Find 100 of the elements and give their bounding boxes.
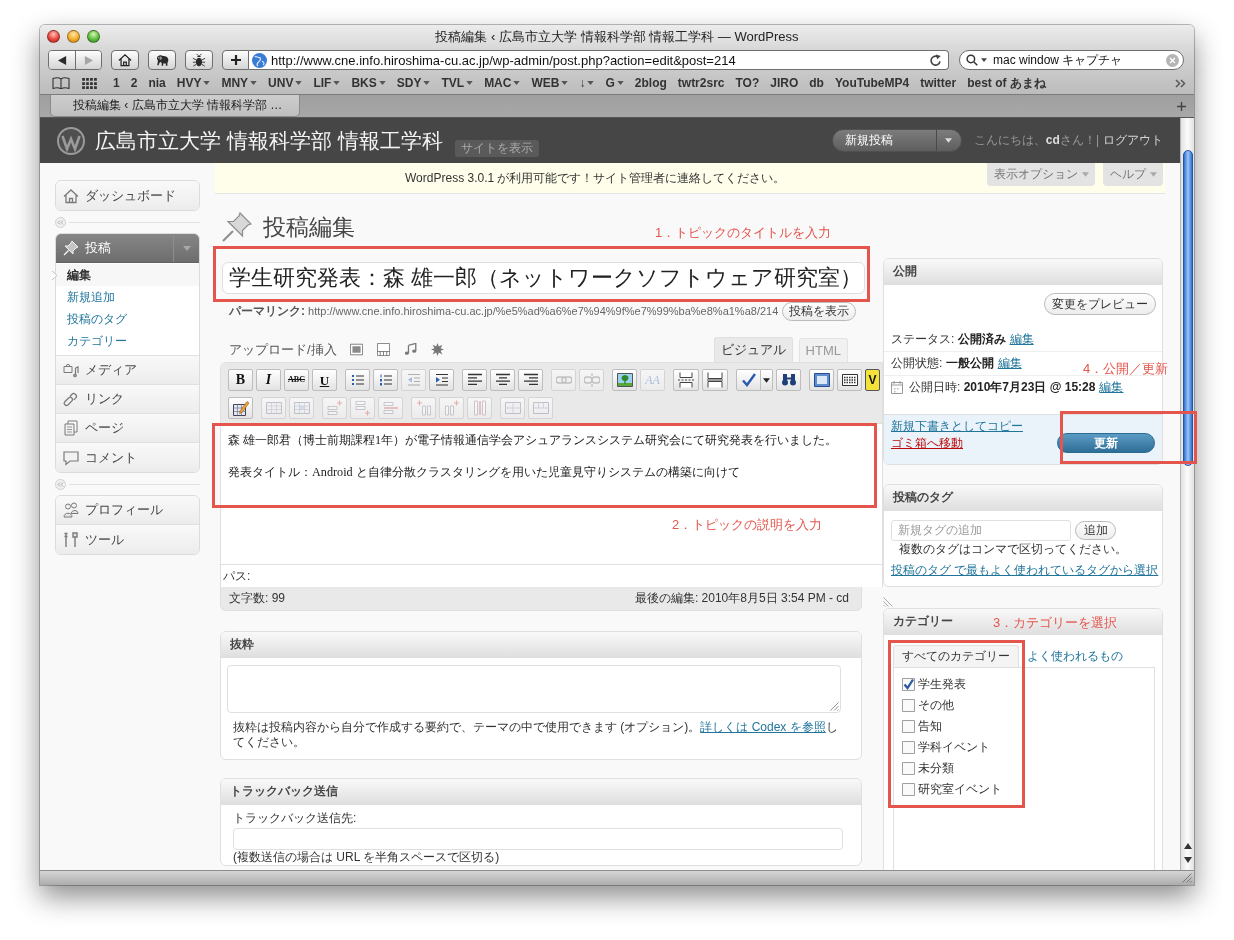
bookmark-link[interactable]: MNY — [221, 76, 258, 90]
italic-button[interactable]: I — [256, 369, 281, 391]
strikethrough-button[interactable]: ABC — [284, 369, 309, 391]
book-icon[interactable] — [52, 77, 70, 89]
bullet-list-button[interactable] — [345, 369, 370, 391]
bookmark-link[interactable]: 2blog — [634, 76, 667, 90]
bookmark-link[interactable]: BKS — [351, 76, 386, 90]
codex-link[interactable]: 詳しくは Codex を参照 — [700, 720, 826, 734]
trash-link[interactable]: ゴミ箱へ移動 — [891, 436, 963, 451]
submenu-item[interactable]: 新規追加 — [56, 286, 199, 308]
scroll-down-arrow-icon[interactable] — [1183, 857, 1192, 863]
bookmark-link[interactable]: 1 — [113, 76, 120, 90]
popular-tags-link[interactable]: 投稿のタグ で最もよく使われているタグから選択 — [891, 563, 1159, 577]
edit-link[interactable]: 編集 — [1099, 379, 1124, 396]
screen-options-tab[interactable]: ヘルプ — [1103, 163, 1163, 186]
reload-icon[interactable] — [929, 53, 942, 67]
checkbox[interactable] — [902, 678, 915, 691]
bookmark-link[interactable]: TO? — [735, 76, 760, 90]
copy-draft-link[interactable]: 新規下書きとしてコピー — [891, 419, 1023, 434]
logout-link[interactable]: ログアウト — [1103, 132, 1163, 149]
bug-button[interactable] — [185, 50, 213, 70]
bookmark-link[interactable]: UNV — [268, 76, 303, 90]
submenu-item[interactable]: 投稿のタグ — [56, 308, 199, 330]
home-button[interactable] — [111, 50, 139, 70]
menu-item[interactable]: ダッシュボード — [56, 181, 199, 210]
title-field[interactable]: 学生研究発表：森 雄一郎（ネットワークソフトウェア研究室） — [222, 262, 865, 294]
menu-item[interactable]: メディア — [56, 356, 199, 385]
add-bookmark-button[interactable] — [222, 50, 249, 70]
bookmark-link[interactable]: twitter — [920, 76, 957, 90]
align-center-button[interactable] — [490, 369, 515, 391]
picture-frame-icon[interactable] — [349, 343, 363, 356]
bookmark-link[interactable]: LIF — [313, 76, 341, 90]
new-post-button[interactable]: 新規投稿 — [831, 129, 962, 152]
bookmark-link[interactable]: SDY — [396, 76, 431, 90]
trackback-field[interactable] — [233, 828, 843, 850]
menu-item[interactable]: ツール — [56, 525, 199, 554]
indent-button[interactable] — [429, 369, 454, 391]
bookmark-link[interactable]: HVY — [176, 76, 211, 90]
bookmark-link[interactable]: TVL — [441, 76, 474, 90]
grid-icon[interactable] — [82, 77, 97, 89]
editor-field[interactable]: 森 雄一郎君（博士前期課程1年）が電子情報通信学会アシュアランスシステム研究会にて研究発表を行いました。 発表タイトル：Android と自律分散クラスタリングを用いた児童見守りシステムの構築に向けて — [221, 424, 882, 507]
submenu-item[interactable]: カテゴリー — [56, 330, 199, 352]
resize-grip-icon[interactable] — [1182, 873, 1192, 883]
bookmark-link[interactable]: ↓ — [579, 76, 595, 90]
bookmark-link[interactable]: WEB — [531, 76, 569, 90]
back-button[interactable] — [49, 51, 75, 69]
edit-table-button[interactable] — [228, 397, 253, 419]
update-button[interactable]: 更新 — [1057, 433, 1155, 453]
excerpt-field[interactable] — [227, 665, 841, 713]
category-tab[interactable]: よく使われるもの — [1019, 645, 1131, 667]
bold-button[interactable]: B — [228, 369, 253, 391]
bookmark-link[interactable]: MAC — [484, 76, 521, 90]
logo-icon[interactable] — [57, 126, 85, 155]
preview-button[interactable]: 変更をプレビュー — [1044, 293, 1156, 315]
menu-item[interactable]: プロフィール — [56, 496, 199, 525]
edit-link[interactable]: 編集 — [1009, 330, 1034, 348]
menu-item[interactable]: 投稿 — [56, 234, 199, 263]
menu-item[interactable]: ページ — [56, 414, 199, 443]
resize-grip-icon[interactable] — [830, 702, 839, 711]
bookmark-link[interactable]: db — [809, 76, 824, 90]
bookmark-link[interactable]: nia — [148, 76, 166, 90]
minimize-button[interactable] — [67, 30, 80, 43]
align-left-button[interactable] — [462, 369, 487, 391]
bookmark-link[interactable]: best of あまね — [967, 74, 1046, 92]
checkbox[interactable] — [902, 699, 915, 712]
fullscreen-button[interactable] — [809, 369, 834, 391]
menu-item[interactable]: コメント — [56, 443, 199, 472]
address-field[interactable]: http://www.cne.info.hiroshima-cu.ac.jp/wp-admin/post.php?action=edit&post=214 — [249, 50, 949, 70]
page-break-button[interactable] — [673, 369, 699, 391]
bookmark-link[interactable]: twtr2src — [677, 76, 725, 90]
note-app-button[interactable] — [148, 50, 176, 70]
bookmark-link[interactable]: 2 — [130, 76, 138, 90]
bookmark-link[interactable]: G — [605, 76, 624, 90]
browser-tab[interactable]: 投稿編集 ‹ 広島市立大学 情報科学部 … — [50, 95, 300, 117]
bookmark-link[interactable]: JIRO — [770, 76, 799, 90]
plus-icon[interactable] — [1177, 101, 1186, 111]
checkbox[interactable] — [902, 741, 915, 754]
checkbox[interactable] — [902, 783, 915, 796]
edit-link[interactable]: 編集 — [997, 355, 1022, 372]
film-icon[interactable] — [376, 343, 390, 356]
resize-grip-icon[interactable] — [883, 597, 893, 607]
underline-button[interactable]: U — [312, 369, 337, 391]
starburst-icon[interactable] — [430, 343, 444, 356]
bookmark-link[interactable]: YouTubeMP4 — [834, 76, 910, 90]
align-right-button[interactable] — [518, 369, 543, 391]
insert-image-button[interactable] — [612, 369, 637, 391]
music-note-icon[interactable] — [403, 343, 417, 356]
spellcheck-menu-button[interactable] — [761, 369, 773, 391]
search-field[interactable]: mac window キャプチャ — [959, 50, 1184, 70]
close-button[interactable] — [47, 30, 60, 43]
editor-mode-tab[interactable]: ビジュアル — [713, 337, 793, 362]
category-tab[interactable]: すべてのカテゴリー — [893, 645, 1019, 667]
screen-options-tab[interactable]: 表示オプション — [987, 163, 1095, 186]
menu-item[interactable]: リンク — [56, 385, 199, 414]
add-tag-button[interactable]: 追加 — [1075, 521, 1116, 540]
more-button[interactable] — [702, 369, 728, 391]
chevron-icon[interactable] — [1175, 78, 1186, 88]
scrollbar-thumb[interactable] — [1182, 150, 1193, 466]
checkbox[interactable] — [902, 720, 915, 733]
scroll-up-arrow-icon[interactable] — [1183, 843, 1192, 849]
